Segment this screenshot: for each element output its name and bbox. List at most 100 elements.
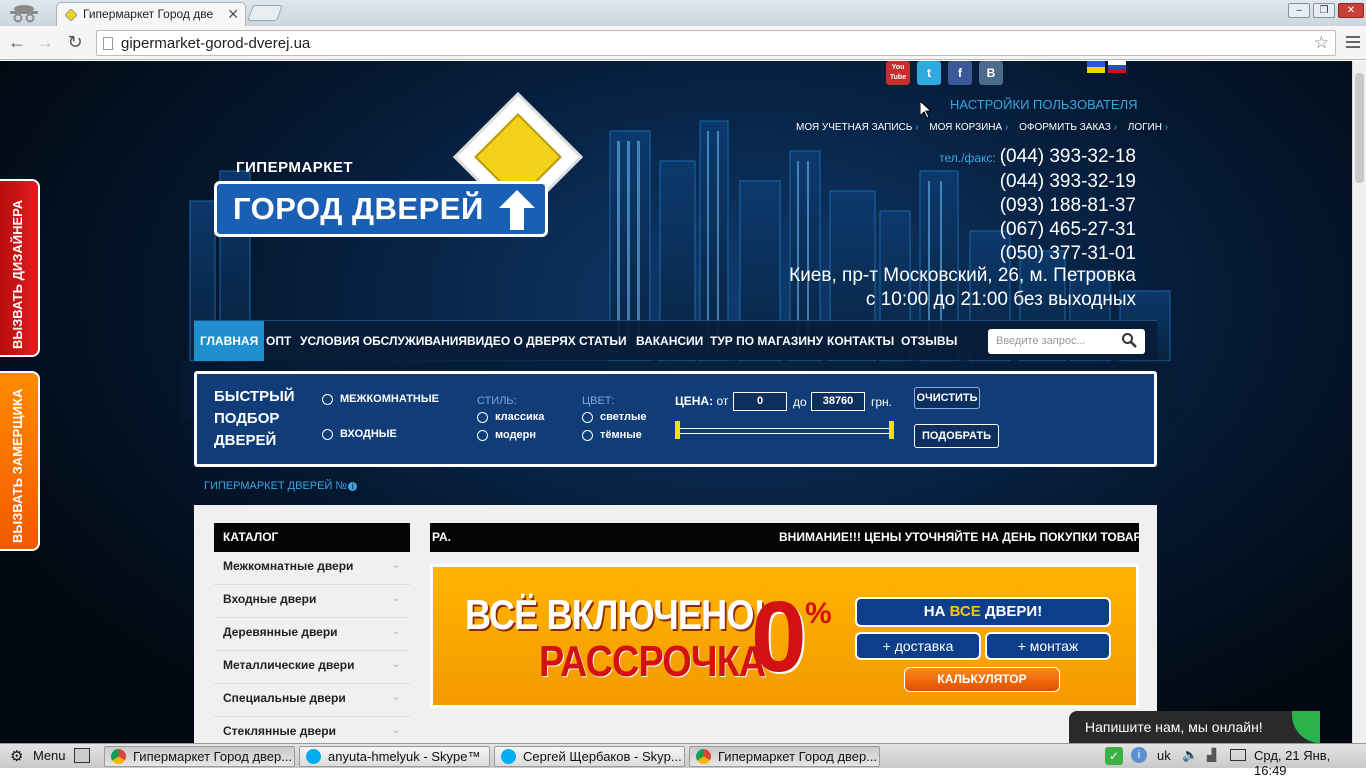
dark-radio[interactable]: [582, 430, 593, 441]
modern-radio[interactable]: [477, 430, 488, 441]
volume-icon[interactable]: 🔈: [1182, 747, 1198, 763]
nav-item-door-videos[interactable]: ВИДЕО О ДВЕРЯХ: [467, 321, 576, 361]
keyboard-layout[interactable]: uk: [1157, 748, 1171, 763]
taskbar-item-skype[interactable]: anyuta-hmelyuk - Skype™: [299, 746, 490, 767]
entrance-radio[interactable]: [322, 429, 333, 440]
forward-icon[interactable]: →: [34, 32, 56, 53]
os-taskbar: ⚙ Menu Гипермаркет Город двер... anyuta-…: [0, 743, 1366, 778]
interior-radio[interactable]: [322, 394, 333, 405]
scrollbar-thumb[interactable]: [1355, 73, 1364, 183]
catalog-item[interactable]: Входные двери: [214, 585, 410, 618]
ukraine-flag-icon[interactable]: [1087, 61, 1105, 73]
site-logo[interactable]: ГОРОД ДВЕРЕЙ: [214, 181, 548, 237]
taskbar-item-browser[interactable]: Гипермаркет Город двер...: [104, 746, 295, 767]
reload-icon[interactable]: ↻: [64, 32, 86, 53]
price-slider-min-handle[interactable]: [675, 421, 680, 439]
catalog-item[interactable]: Стеклянные двери: [214, 717, 410, 743]
search-input[interactable]: Введите запрос...: [988, 329, 1145, 354]
browser-menu-icon[interactable]: [1346, 33, 1360, 51]
clear-button[interactable]: ОЧИСТИТЬ: [914, 387, 980, 409]
nav-item-home[interactable]: ГЛАВНАЯ: [194, 321, 265, 361]
modern-label[interactable]: модерн: [495, 429, 536, 441]
classic-radio[interactable]: [477, 412, 488, 423]
page-scrollbar[interactable]: [1352, 61, 1366, 743]
vkontakte-icon[interactable]: B: [979, 61, 1003, 85]
nav-item-store-tour[interactable]: ТУР ПО МАГАЗИНУ: [710, 321, 823, 361]
banner-zero: 0: [751, 581, 807, 693]
login-link[interactable]: ЛОГИН: [1128, 122, 1168, 133]
close-window-button[interactable]: ✕: [1338, 3, 1364, 18]
vk-label: B: [986, 66, 996, 80]
web-page: You Tube t f B НАСТРОЙКИ ПОЛЬЗОВАТЕЛЯ МО…: [0, 61, 1352, 743]
nav-item-vacancies[interactable]: ВАКАНСИИ: [636, 321, 703, 361]
checkout-link[interactable]: ОФОРМИТЬ ЗАКАЗ: [1019, 122, 1117, 133]
network-icon[interactable]: ▟: [1207, 748, 1216, 762]
catalog-item[interactable]: Специальные двери: [214, 684, 410, 717]
show-desktop-icon[interactable]: [74, 748, 90, 763]
clock[interactable]: Срд, 21 Янв, 16:49: [1254, 748, 1366, 778]
nav-item-articles[interactable]: СТАТЬИ: [579, 321, 627, 361]
russia-flag-icon[interactable]: [1108, 61, 1126, 73]
start-menu-button[interactable]: Menu: [33, 748, 66, 763]
nav-item-wholesale[interactable]: ОПТ: [266, 321, 291, 361]
classic-label[interactable]: классика: [495, 411, 544, 423]
price-slider-max-handle[interactable]: [889, 421, 894, 439]
my-account-link[interactable]: МОЯ УЧЕТНАЯ ЗАПИСЬ: [796, 122, 918, 133]
my-cart-link[interactable]: МОЯ КОРЗИНА: [929, 122, 1008, 133]
breadcrumb[interactable]: ГИПЕРМАРКЕТ ДВЕРЕЙ № i: [204, 480, 358, 492]
minimize-button[interactable]: –: [1288, 3, 1310, 18]
nav-item-reviews[interactable]: ОТЗЫВЫ: [901, 321, 957, 361]
light-radio[interactable]: [582, 412, 593, 423]
tray-check-icon[interactable]: ✓: [1105, 747, 1123, 765]
entrance-label[interactable]: ВХОДНЫЕ: [340, 428, 397, 440]
logo-title: ГОРОД ДВЕРЕЙ: [233, 191, 484, 226]
call-measurer-tab[interactable]: ВЫЗВАТЬ ЗАМЕРЩИКА: [0, 371, 40, 551]
battery-icon[interactable]: [1230, 749, 1246, 761]
ticker-text: ВНИМАНИЕ!!! ЦЕНЫ УТОЧНЯЙТЕ НА ДЕНЬ ПОКУП…: [779, 530, 1139, 544]
nav-item-service-terms[interactable]: УСЛОВИЯ ОБСЛУЖИВАНИЯ: [300, 321, 467, 361]
new-tab-button[interactable]: [247, 5, 283, 21]
twitter-icon[interactable]: t: [917, 61, 941, 85]
taskbar-item-skype-chat[interactable]: Сергей Щербаков - Skyp...: [494, 746, 685, 767]
maximize-button[interactable]: ❐: [1313, 3, 1335, 18]
call-designer-tab[interactable]: ВЫЗВАТЬ ДИЗАЙНЕРА: [0, 179, 40, 357]
interior-label[interactable]: МЕЖКОМНАТНЫЕ: [340, 393, 439, 405]
task-label: Гипермаркет Город двер...: [133, 749, 293, 764]
browser-tab-active[interactable]: Гипермаркет Город две ✕: [56, 2, 246, 26]
price-slider-track[interactable]: [677, 428, 892, 434]
calculator-button[interactable]: КАЛЬКУЛЯТОР: [904, 667, 1060, 692]
bookmark-star-icon[interactable]: ☆: [1314, 33, 1329, 53]
price-label: ЦЕНА: от: [675, 394, 728, 408]
info-icon: i: [348, 481, 358, 491]
tray-info-icon[interactable]: i: [1131, 747, 1147, 763]
price-title: ЦЕНА:: [675, 394, 714, 408]
catalog-item[interactable]: Деревянные двери: [214, 618, 410, 651]
arrow-up-icon: [499, 190, 535, 230]
incognito-icon: [10, 5, 38, 23]
back-icon[interactable]: ←: [6, 32, 28, 53]
task-label: anyuta-hmelyuk - Skype™: [328, 749, 481, 764]
dark-label[interactable]: тёмные: [600, 429, 642, 441]
settings-gear-icon[interactable]: ⚙: [10, 747, 23, 765]
user-settings-link[interactable]: НАСТРОЙКИ ПОЛЬЗОВАТЕЛЯ: [950, 97, 1138, 112]
find-doors-button[interactable]: ПОДОБРАТЬ: [914, 424, 999, 448]
taskbar-item-browser-2[interactable]: Гипермаркет Город двер...: [689, 746, 880, 767]
currency-label: грн.: [871, 395, 893, 409]
call-measurer-label: ВЫЗВАТЬ ЗАМЕРЩИКА: [10, 388, 25, 543]
nav-item-contacts[interactable]: КОНТАКТЫ: [827, 321, 894, 361]
price-to-input[interactable]: 38760: [811, 392, 865, 411]
catalog-item[interactable]: Металлические двери: [214, 651, 410, 684]
search-icon[interactable]: [1121, 332, 1137, 348]
catalog-item[interactable]: Межкомнатные двери: [214, 552, 410, 585]
tab-close-icon[interactable]: ✕: [227, 6, 239, 23]
light-label[interactable]: светлые: [600, 411, 646, 423]
online-chat-widget[interactable]: Напишите нам, мы онлайн!: [1069, 711, 1320, 743]
call-designer-label: ВЫЗВАТЬ ДИЗАЙНЕРА: [10, 199, 25, 349]
address-bar[interactable]: gipermarket-gorod-dverej.ua ☆: [96, 30, 1336, 56]
price-from-input[interactable]: 0: [733, 392, 787, 411]
installment-promo-banner[interactable]: ВСЁ ВКЛЮЧЕНО! РАССРОЧКА 0 % НА ВСЕ ДВЕРИ…: [430, 564, 1139, 708]
facebook-icon[interactable]: f: [948, 61, 972, 85]
chrome-icon: [696, 749, 711, 764]
youtube-icon[interactable]: You Tube: [886, 61, 910, 85]
price-to-label: до: [793, 395, 807, 409]
